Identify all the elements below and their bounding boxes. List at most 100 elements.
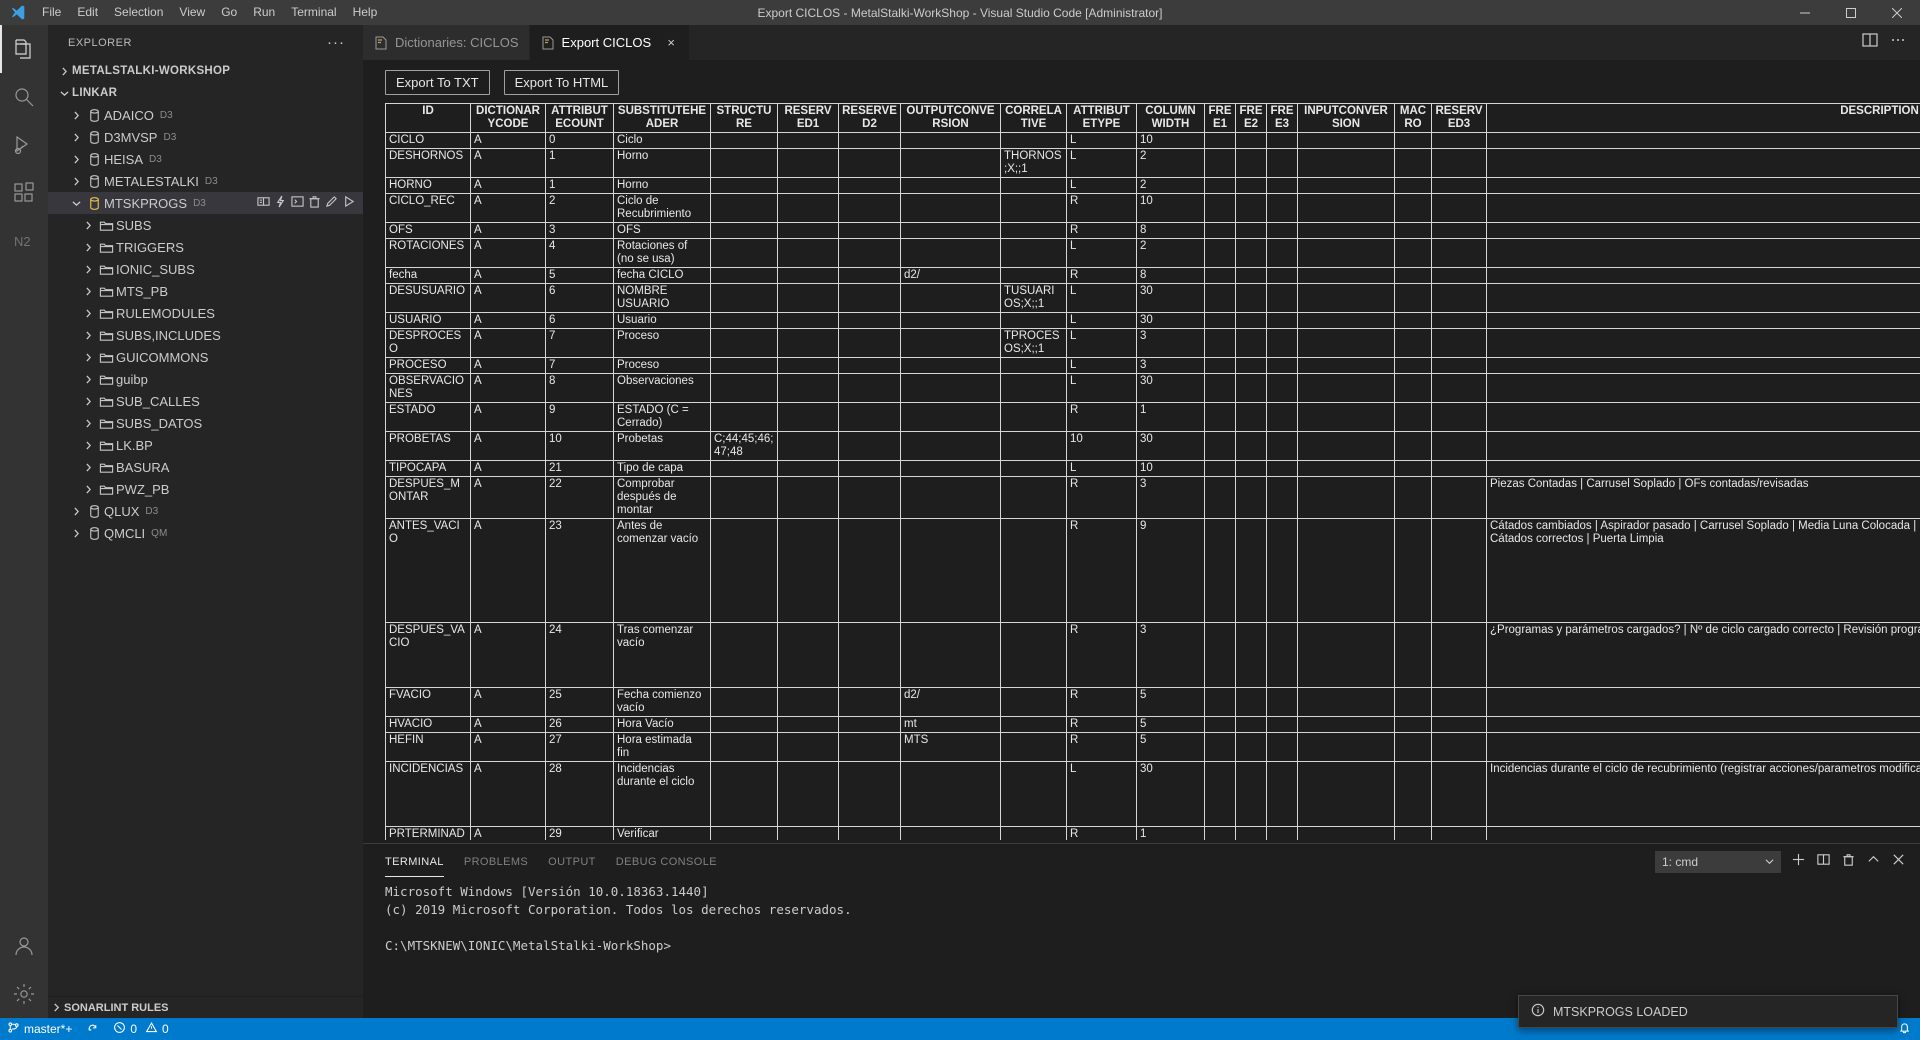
new-terminal-icon[interactable] — [1791, 852, 1806, 872]
cell-free1 — [1204, 431, 1236, 461]
close-panel-icon[interactable] — [1891, 852, 1906, 872]
tree-item-heisa[interactable]: HEISA D3 — [48, 148, 363, 170]
chevron-right-icon[interactable] — [68, 528, 84, 538]
status-sync[interactable] — [79, 1018, 106, 1040]
chevron-right-icon[interactable] — [68, 132, 84, 142]
tab-dictionaries-ciclos[interactable]: Dictionaries: CICLOS — [363, 25, 530, 60]
menu-run[interactable]: Run — [245, 0, 283, 25]
menu-help[interactable]: Help — [345, 0, 386, 25]
menu-edit[interactable]: Edit — [69, 0, 106, 25]
chevron-right-icon[interactable] — [80, 264, 96, 274]
export-to-txt-button[interactable]: Export To TXT — [385, 70, 490, 95]
chevron-right-icon[interactable] — [68, 176, 84, 186]
menu-bar[interactable]: File Edit Selection View Go Run Terminal… — [34, 0, 385, 25]
chevron-down-icon — [1765, 855, 1774, 869]
dictionary-icon[interactable] — [257, 195, 270, 211]
tree-item-sub-calles[interactable]: SUB_CALLES — [48, 390, 363, 412]
tree-item-metalstalki-workshop[interactable]: METALSTALKI-WORKSHOP — [48, 60, 363, 82]
chevron-right-icon[interactable] — [68, 506, 84, 516]
tab-close-icon[interactable]: × — [663, 35, 679, 50]
chevron-right-icon[interactable] — [80, 352, 96, 362]
chevron-right-icon[interactable] — [80, 242, 96, 252]
activity-search-icon[interactable] — [0, 73, 48, 121]
tree-item-mts-pb[interactable]: MTS_PB — [48, 280, 363, 302]
tree-item-d3mvsp[interactable]: D3MVSP D3 — [48, 126, 363, 148]
chevron-right-icon[interactable] — [68, 110, 84, 120]
tree-item-linkar[interactable]: LINKAR — [48, 82, 363, 104]
tree-item-ionic-subs[interactable]: IONIC_SUBS — [48, 258, 363, 280]
chevron-right-icon[interactable] — [68, 154, 84, 164]
maximize-icon[interactable] — [1828, 0, 1874, 25]
tree-item-adaico[interactable]: ADAICO D3 — [48, 104, 363, 126]
tree-item-metalestalki[interactable]: METALESTALKI D3 — [48, 170, 363, 192]
cell-reserved2 — [838, 716, 901, 733]
flash-icon[interactable] — [274, 195, 287, 211]
window-controls[interactable] — [1782, 0, 1920, 25]
sonarlint-rules-section[interactable]: SONARLINT RULES — [48, 996, 363, 1018]
chevron-right-icon[interactable] — [80, 220, 96, 230]
status-branch[interactable]: master*+ — [0, 1018, 79, 1040]
export-to-html-button[interactable]: Export To HTML — [503, 70, 620, 95]
file-tree[interactable]: METALSTALKI-WORKSHOP LINKAR ADAICO D3 D3MVSP… — [48, 60, 363, 996]
tree-item-basura[interactable]: BASURA — [48, 456, 363, 478]
menu-file[interactable]: File — [34, 0, 69, 25]
minimize-icon[interactable] — [1782, 0, 1828, 25]
activity-debug-icon[interactable] — [0, 121, 48, 169]
tree-item-guibp[interactable]: guibp — [48, 368, 363, 390]
chevron-down-icon[interactable] — [68, 199, 84, 208]
chevron-right-icon[interactable] — [56, 66, 72, 76]
cell-attributetype: L — [1066, 238, 1137, 268]
tree-item-guicommons[interactable]: GUICOMMONS — [48, 346, 363, 368]
cell-substituteheader: Horno — [613, 148, 711, 178]
chevron-right-icon[interactable] — [80, 462, 96, 472]
chevron-right-icon[interactable] — [80, 308, 96, 318]
tree-item-pwz-pb[interactable]: PWZ_PB — [48, 478, 363, 500]
panel-tab-terminal[interactable]: TERMINAL — [385, 850, 444, 877]
menu-selection[interactable]: Selection — [106, 0, 171, 25]
tree-item-subs-includes[interactable]: SUBS,INCLUDES — [48, 324, 363, 346]
chevron-right-icon[interactable] — [80, 396, 96, 406]
menu-go[interactable]: Go — [213, 0, 245, 25]
kill-terminal-icon[interactable] — [1841, 852, 1856, 872]
chevron-right-icon[interactable] — [80, 330, 96, 340]
tree-item-mtskprogs[interactable]: MTSKPROGS D3 — [48, 192, 363, 214]
activity-account-icon[interactable] — [0, 922, 48, 970]
terminal-icon[interactable] — [291, 195, 304, 211]
activity-n2-icon[interactable]: N2 — [0, 217, 48, 265]
menu-terminal[interactable]: Terminal — [283, 0, 344, 25]
pencil-icon[interactable] — [325, 195, 338, 211]
chevron-right-icon[interactable] — [80, 440, 96, 450]
split-terminal-icon[interactable] — [1816, 852, 1831, 872]
split-editor-icon[interactable] — [1862, 32, 1878, 53]
tree-item-triggers[interactable]: TRIGGERS — [48, 236, 363, 258]
sidebar-more-actions[interactable]: ··· — [327, 34, 355, 51]
close-icon[interactable] — [1874, 0, 1920, 25]
status-problems[interactable]: 0 0 — [106, 1018, 175, 1040]
tree-item-subs-datos[interactable]: SUBS_DATOS — [48, 412, 363, 434]
chevron-right-icon[interactable] — [80, 286, 96, 296]
tree-item-qlux[interactable]: QLUX D3 — [48, 500, 363, 522]
chevron-right-icon[interactable] — [80, 418, 96, 428]
tree-item-subs[interactable]: SUBS — [48, 214, 363, 236]
more-actions-icon[interactable] — [1890, 32, 1906, 53]
terminal-selector[interactable]: 1: cmd — [1655, 850, 1781, 873]
trash-icon[interactable] — [308, 195, 321, 211]
tree-item-rulemodules[interactable]: RULEMODULES — [48, 302, 363, 324]
chevron-right-icon[interactable] — [80, 484, 96, 494]
run-icon[interactable] — [342, 195, 355, 211]
notification-toast[interactable]: MTSKPROGS LOADED — [1518, 995, 1898, 1028]
chevron-up-icon[interactable] — [1866, 852, 1881, 872]
menu-view[interactable]: View — [171, 0, 213, 25]
activity-explorer-icon[interactable] — [0, 25, 48, 73]
activity-extensions-icon[interactable] — [0, 169, 48, 217]
tree-item-qmcli[interactable]: QMCLI QM — [48, 522, 363, 544]
chevron-right-icon[interactable] — [80, 374, 96, 384]
tab-export-ciclos[interactable]: Export CICLOS × — [529, 25, 691, 60]
panel-tab-debug-console[interactable]: DEBUG CONSOLE — [616, 850, 717, 874]
panel-tab-output[interactable]: OUTPUT — [548, 850, 596, 874]
chevron-down-icon[interactable] — [56, 89, 72, 98]
panel-tab-problems[interactable]: PROBLEMS — [464, 850, 528, 874]
table-row: HEFIN A 27 Hora estimada fin MTS R 5 — [385, 732, 1920, 762]
activity-gear-icon[interactable] — [0, 970, 48, 1018]
tree-item-lk-bp[interactable]: LK.BP — [48, 434, 363, 456]
